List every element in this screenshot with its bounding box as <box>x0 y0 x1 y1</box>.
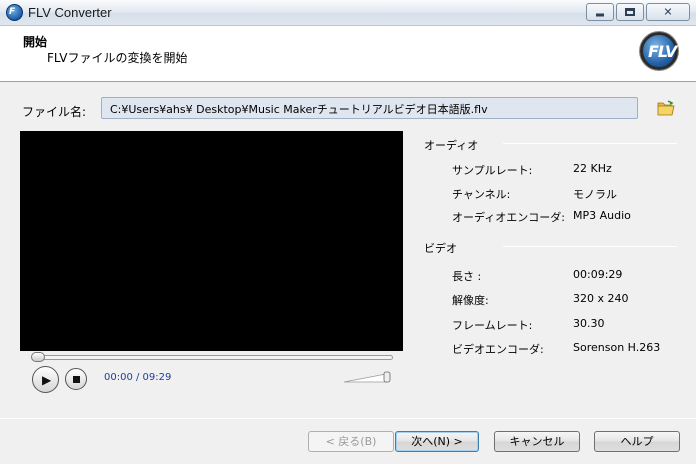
open-folder-icon[interactable] <box>657 100 675 116</box>
close-button[interactable]: ✕ <box>646 3 690 21</box>
maximize-button[interactable] <box>616 3 644 21</box>
next-button[interactable]: 次へ(N) > <box>395 431 479 452</box>
page-title: 開始 <box>23 35 48 49</box>
audio-divider <box>503 143 677 144</box>
play-icon: ▶ <box>42 373 52 387</box>
wizard-header: 開始 FLVファイルの変換を開始 FLV <box>0 26 696 82</box>
window-title: FLV Converter <box>28 5 112 20</box>
minimize-button[interactable] <box>586 3 614 21</box>
file-path-field[interactable]: C:¥Users¥ahs¥ Desktop¥Music Makerチュートリアル… <box>101 97 638 119</box>
time-display: 00:00 / 09:29 <box>104 372 172 383</box>
back-button[interactable]: < 戻る(B) <box>308 431 394 452</box>
video-key: 長さ : <box>452 270 482 283</box>
audio-value: MP3 Audio <box>573 209 631 222</box>
maximize-icon <box>625 8 635 16</box>
video-divider <box>503 246 677 247</box>
cancel-button[interactable]: キャンセル <box>494 431 580 452</box>
audio-value: モノラル <box>573 188 617 201</box>
footer-divider <box>0 418 696 419</box>
page-subtitle: FLVファイルの変換を開始 <box>47 51 188 65</box>
help-button[interactable]: ヘルプ <box>594 431 680 452</box>
video-key: 解像度: <box>452 294 489 307</box>
title-bar: F FLV Converter ✕ <box>0 0 696 26</box>
audio-key: オーディオエンコーダ: <box>452 211 565 224</box>
video-key: フレームレート: <box>452 319 533 332</box>
close-icon: ✕ <box>663 5 673 19</box>
stop-icon <box>73 376 80 383</box>
video-section-title: ビデオ <box>424 242 457 255</box>
audio-section-title: オーディオ <box>424 139 479 152</box>
audio-key: チャンネル: <box>452 188 511 201</box>
flv-logo: FLV <box>640 32 678 70</box>
audio-key: サンプルレート: <box>452 164 533 177</box>
video-value: 00:09:29 <box>573 268 623 281</box>
seek-bar[interactable] <box>33 355 393 360</box>
play-button[interactable]: ▶ <box>32 366 59 393</box>
video-preview <box>20 131 403 351</box>
video-value: 30.30 <box>573 317 605 330</box>
video-key: ビデオエンコーダ: <box>452 343 544 356</box>
minimize-icon <box>596 13 604 17</box>
app-icon: F <box>6 4 23 21</box>
video-value: 320 x 240 <box>573 292 629 305</box>
seek-thumb[interactable] <box>31 352 45 362</box>
video-value: Sorenson H.263 <box>573 341 661 354</box>
volume-slider[interactable] <box>343 371 391 383</box>
volume-thumb <box>383 371 391 383</box>
audio-value: 22 KHz <box>573 162 612 175</box>
file-name-label: ファイル名: <box>22 105 87 119</box>
stop-button[interactable] <box>65 368 87 390</box>
